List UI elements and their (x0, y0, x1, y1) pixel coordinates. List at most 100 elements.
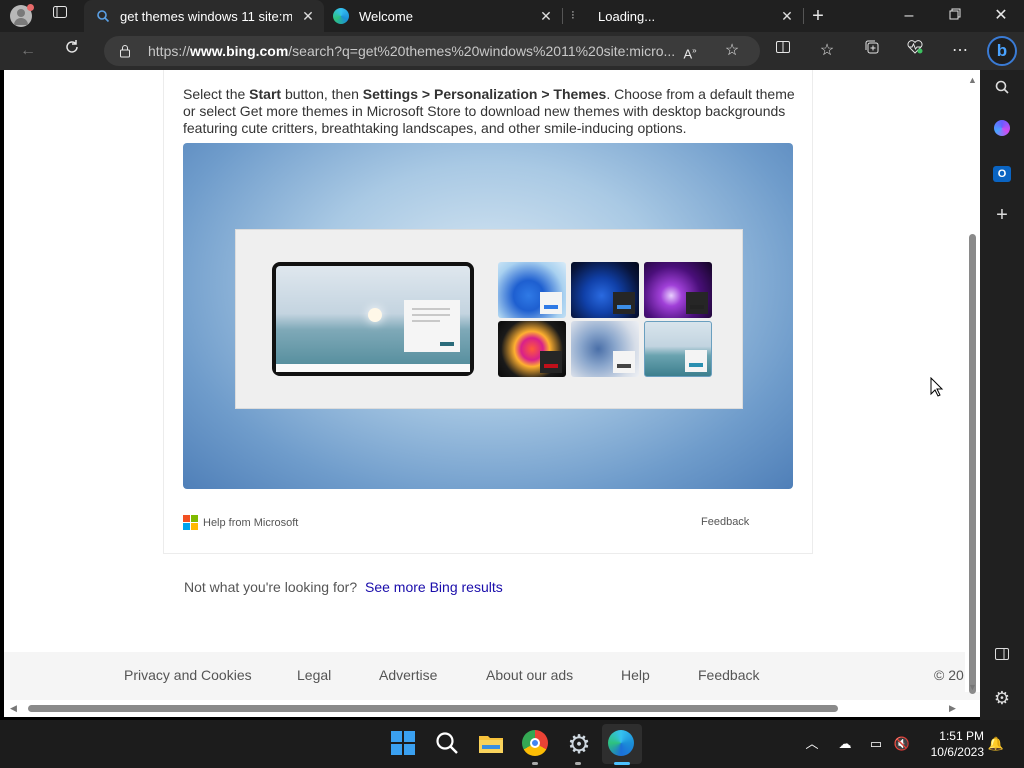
footer-link-about-ads[interactable]: About our ads (486, 667, 573, 683)
settings-running-indicator (575, 762, 581, 765)
tab-actions-icon[interactable] (48, 4, 72, 28)
sidebar-add-icon[interactable]: + (990, 203, 1014, 227)
back-icon[interactable]: ← (16, 39, 40, 63)
sidebar-outlook-icon[interactable]: O (990, 161, 1014, 185)
collections-icon[interactable] (860, 39, 884, 63)
profile-avatar[interactable] (10, 4, 34, 27)
help-from-microsoft[interactable]: Help from Microsoft (183, 515, 298, 530)
edge-sidebar: O + ⚙ (980, 70, 1024, 720)
taskbar-illustration (276, 364, 470, 372)
tab-bing-search[interactable]: get themes windows 11 site:micr ✕ (84, 0, 324, 32)
microsoft-logo-icon (183, 515, 198, 530)
themes-settings-image[interactable] (183, 143, 793, 489)
url-domain: www.bing.com (190, 43, 289, 59)
page-footer: Privacy and Cookies Legal Advertise Abou… (4, 652, 980, 700)
settings-gear-icon[interactable]: ⚙ (565, 730, 593, 758)
answer-description: Select the Start button, then Settings >… (183, 86, 803, 137)
footer-link-feedback[interactable]: Feedback (698, 667, 759, 683)
tab-label: get themes windows 11 site:micr (120, 9, 292, 24)
not-what-text: Not what you're looking for? (184, 579, 358, 595)
chrome-icon[interactable] (522, 730, 550, 758)
scroll-left-arrow-icon[interactable]: ◀ (10, 703, 17, 714)
clock-date: 10/6/2023 (930, 745, 984, 759)
volume-muted-icon[interactable]: 🔇 (892, 734, 912, 754)
footer-link-advertise[interactable]: Advertise (379, 667, 437, 683)
notification-bell-icon[interactable]: 🔔 (986, 734, 1006, 754)
favorite-star-icon[interactable]: ☆ (720, 39, 744, 63)
sidebar-hide-icon[interactable] (990, 646, 1014, 670)
vertical-scrollbar[interactable]: ▲ ▼ (965, 70, 980, 694)
more-options-icon[interactable]: ⋯ (948, 39, 972, 63)
laptop-illustration (272, 262, 474, 376)
theme-panel-illustration (235, 229, 743, 409)
footer-link-help[interactable]: Help (621, 667, 650, 683)
chrome-running-indicator (532, 762, 538, 765)
edge-active-indicator (614, 762, 630, 765)
theme-thumb-bloom-dark (571, 262, 639, 318)
close-window-icon[interactable]: ✕ (989, 4, 1013, 28)
sidebar-copilot-icon[interactable] (990, 120, 1014, 144)
onedrive-cloud-icon[interactable]: ☁ (835, 734, 855, 754)
desc-text: button, then (281, 86, 363, 102)
tab-label: Loading... (598, 9, 656, 24)
page-content: Select the Start button, then Settings >… (4, 70, 980, 717)
split-screen-icon[interactable] (771, 39, 795, 63)
sidebar-search-icon[interactable] (990, 79, 1014, 103)
scroll-up-arrow-icon[interactable]: ▲ (968, 75, 977, 85)
url-text: https://www.bing.com/search?q=get%20them… (148, 43, 688, 59)
address-toolbar: ← https://www.bing.com/search?q=get%20th… (0, 32, 1024, 70)
close-tab-icon[interactable]: ✕ (538, 8, 554, 24)
see-more-bing-results-link[interactable]: See more Bing results (365, 579, 503, 595)
tab-welcome[interactable]: Welcome ✕ (324, 0, 562, 32)
read-aloud-icon[interactable]: A» (678, 39, 702, 63)
scroll-down-arrow-icon[interactable]: ▼ (968, 682, 977, 692)
window-illustration (404, 300, 460, 352)
taskbar-search-icon[interactable] (434, 730, 462, 758)
show-hidden-icons-chevron-icon[interactable]: ︿ (802, 734, 822, 754)
minimize-icon[interactable]: – (897, 4, 921, 28)
close-tab-icon[interactable]: ✕ (300, 8, 316, 24)
answer-feedback-link[interactable]: Feedback (701, 516, 749, 528)
edge-browser-icon[interactable] (608, 730, 636, 758)
url-path: /search?q=get%20themes%20windows%2011%20… (288, 43, 676, 59)
footer-copyright: © 20 (934, 667, 964, 683)
favorites-icon[interactable]: ☆ (815, 39, 839, 63)
bing-copilot-icon[interactable]: b (987, 36, 1017, 66)
theme-thumb-glow (644, 262, 712, 318)
file-explorer-icon[interactable] (478, 730, 506, 758)
desc-start-bold: Start (249, 86, 282, 102)
new-tab-icon[interactable]: + (806, 4, 830, 28)
clock-time: 1:51 PM (939, 729, 984, 743)
restore-icon[interactable] (943, 4, 967, 28)
desc-path-bold: Settings > Personalization > Themes (362, 86, 607, 102)
address-bar[interactable]: https://www.bing.com/search?q=get%20them… (104, 36, 760, 66)
refresh-icon[interactable] (60, 39, 84, 63)
desc-text: Select the (183, 86, 250, 102)
display-icon[interactable]: ▭ (866, 734, 886, 754)
vertical-scroll-thumb[interactable] (969, 234, 976, 694)
tab-divider (803, 8, 804, 24)
theme-thumb-sunrise (644, 321, 712, 377)
horizontal-scrollbar[interactable]: ◀ ▶ (4, 700, 965, 717)
browser-essentials-icon[interactable] (903, 39, 927, 63)
tab-bar: get themes windows 11 site:micr ✕ Welcom… (0, 0, 1024, 32)
scroll-right-arrow-icon[interactable]: ▶ (949, 703, 956, 714)
loading-icon: ⁝ (571, 8, 575, 22)
system-clock[interactable]: 1:51 PM 10/6/2023 (920, 728, 984, 760)
laptop-screen (276, 266, 470, 372)
windows-start-icon[interactable] (390, 730, 418, 758)
windows-taskbar: ⚙ ︿ ☁ ▭ 🔇 1:51 PM 10/6/2023 🔔 (0, 720, 1024, 768)
url-prefix: https:// (148, 43, 191, 59)
lock-icon (118, 44, 132, 58)
horizontal-scroll-thumb[interactable] (28, 705, 838, 712)
theme-thumb-flow (571, 321, 639, 377)
footer-link-legal[interactable]: Legal (297, 667, 331, 683)
close-tab-icon[interactable]: ✕ (779, 8, 795, 24)
search-icon (96, 9, 110, 23)
sidebar-settings-gear-icon[interactable]: ⚙ (990, 686, 1014, 710)
tab-loading[interactable]: ⁝ Loading... ✕ (563, 0, 803, 32)
not-what-looking-for: Not what you're looking for? See more Bi… (184, 579, 503, 595)
footer-link-privacy[interactable]: Privacy and Cookies (124, 667, 252, 683)
mouse-pointer-icon (930, 376, 944, 402)
theme-thumb-captured-motion (498, 321, 566, 377)
